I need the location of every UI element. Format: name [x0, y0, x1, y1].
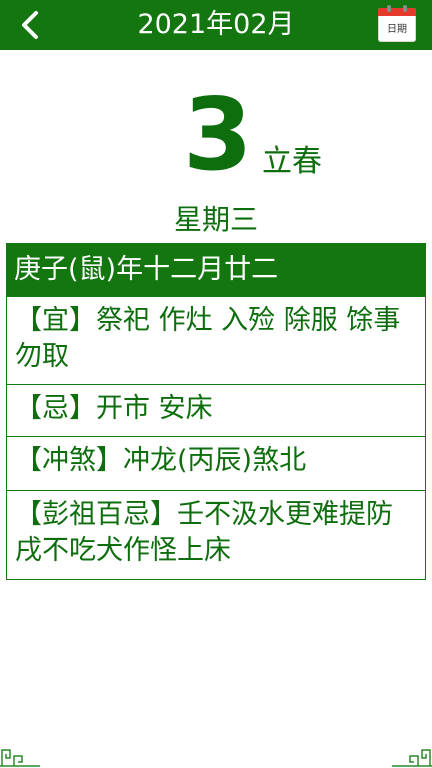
lunar-date-bar: 庚子(鼠)年十二月廿二	[6, 243, 426, 297]
corner-ornament-icon	[0, 749, 40, 767]
weekday: 星期三	[173, 203, 258, 236]
calendar-button-label: 日期	[387, 24, 407, 35]
day-number: 3	[183, 76, 253, 193]
top-app-bar: 2021年02月 日期	[0, 0, 432, 50]
calendar-ring-icon	[403, 5, 407, 12]
corner-ornament-icon	[392, 749, 432, 767]
calendar-icon	[378, 8, 416, 16]
solar-term: 立春	[262, 144, 322, 179]
list-item-yi: 【宜】祭祀 作灶 入殓 除服 馀事勿取	[6, 297, 426, 385]
list-item-chongsha: 【冲煞】冲龙(丙辰)煞北	[6, 437, 426, 491]
calendar-date-button[interactable]: 日期	[378, 5, 416, 42]
month-title: 2021年02月	[137, 9, 295, 40]
list-item-ji: 【忌】开市 安床	[6, 385, 426, 437]
calendar-ring-icon	[387, 5, 391, 12]
list-item-pengzu: 【彭祖百忌】壬不汲水更难提防 戌不吃犬作怪上床	[6, 491, 426, 580]
